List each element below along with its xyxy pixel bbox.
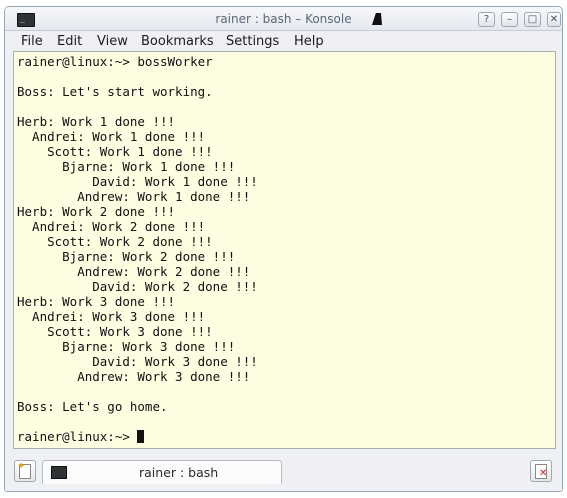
terminal-line: David: Work 2 done !!! (17, 279, 258, 294)
terminal-line: Bjarne: Work 2 done !!! (17, 249, 236, 264)
menu-file[interactable]: File (21, 34, 43, 49)
terminal-line: Andrew: Work 1 done !!! (17, 189, 251, 204)
terminal-line: Scott: Work 3 done !!! (17, 324, 213, 339)
tab-rainer-bash[interactable]: rainer : bash (42, 460, 282, 484)
new-tab-button[interactable]: ✦ (14, 460, 36, 482)
menu-edit[interactable]: Edit (57, 34, 82, 49)
menu-help[interactable]: Help (294, 34, 324, 49)
terminal-line: Andrew: Work 2 done !!! (17, 264, 251, 279)
title-bar[interactable]: _ rainer : bash – Konsole ? – □ ✕ (5, 7, 562, 31)
terminal-line: Herb: Work 3 done !!! (17, 294, 176, 309)
terminal-line: Bjarne: Work 1 done !!! (17, 159, 236, 174)
terminal-line: Scott: Work 2 done !!! (17, 234, 213, 249)
terminal-tab-icon (51, 466, 67, 479)
help-button[interactable]: ? (478, 12, 495, 27)
minimize-button[interactable]: – (501, 12, 518, 27)
tab-label: rainer : bash (139, 465, 219, 480)
terminal-prompt-line: rainer@linux:~> (17, 429, 145, 444)
tab-bar: ✦ rainer : bash ✕ (5, 456, 562, 491)
terminal-line: Herb: Work 2 done !!! (17, 204, 176, 219)
terminal-line: Andrei: Work 3 done !!! (17, 309, 206, 324)
close-tab-button[interactable]: ✕ (530, 460, 552, 482)
terminal-line: Boss: Let's go home. (17, 399, 168, 414)
terminal-line: Andrew: Work 3 done !!! (17, 369, 251, 384)
terminal-line: Boss: Let's start working. (17, 84, 213, 99)
terminal-line: Bjarne: Work 3 done !!! (17, 339, 236, 354)
terminal-line: rainer@linux:~> bossWorker (17, 54, 213, 69)
terminal-line: Andrei: Work 2 done !!! (17, 219, 206, 234)
menu-view[interactable]: View (97, 34, 128, 49)
text-cursor (137, 430, 145, 443)
menu-settings[interactable]: Settings (226, 34, 279, 49)
konsole-window: _ rainer : bash – Konsole ? – □ ✕ File E… (4, 6, 563, 492)
terminal-output[interactable]: rainer@linux:~> bossWorker Boss: Let's s… (13, 51, 556, 449)
terminal-prompt: rainer@linux:~> (17, 429, 138, 444)
terminal-line: David: Work 1 done !!! (17, 174, 258, 189)
menu-bar: File Edit View Bookmarks Settings Help (5, 31, 562, 53)
sparkle-icon: ✦ (17, 461, 26, 472)
menu-bookmarks[interactable]: Bookmarks (141, 34, 214, 49)
red-x-icon: ✕ (539, 468, 548, 479)
terminal-line: David: Work 3 done !!! (17, 354, 258, 369)
terminal-line: Herb: Work 1 done !!! (17, 114, 176, 129)
close-button[interactable]: ✕ (547, 12, 561, 27)
terminal-line: Andrei: Work 1 done !!! (17, 129, 206, 144)
terminal-line: Scott: Work 1 done !!! (17, 144, 213, 159)
maximize-button[interactable]: □ (524, 12, 541, 27)
